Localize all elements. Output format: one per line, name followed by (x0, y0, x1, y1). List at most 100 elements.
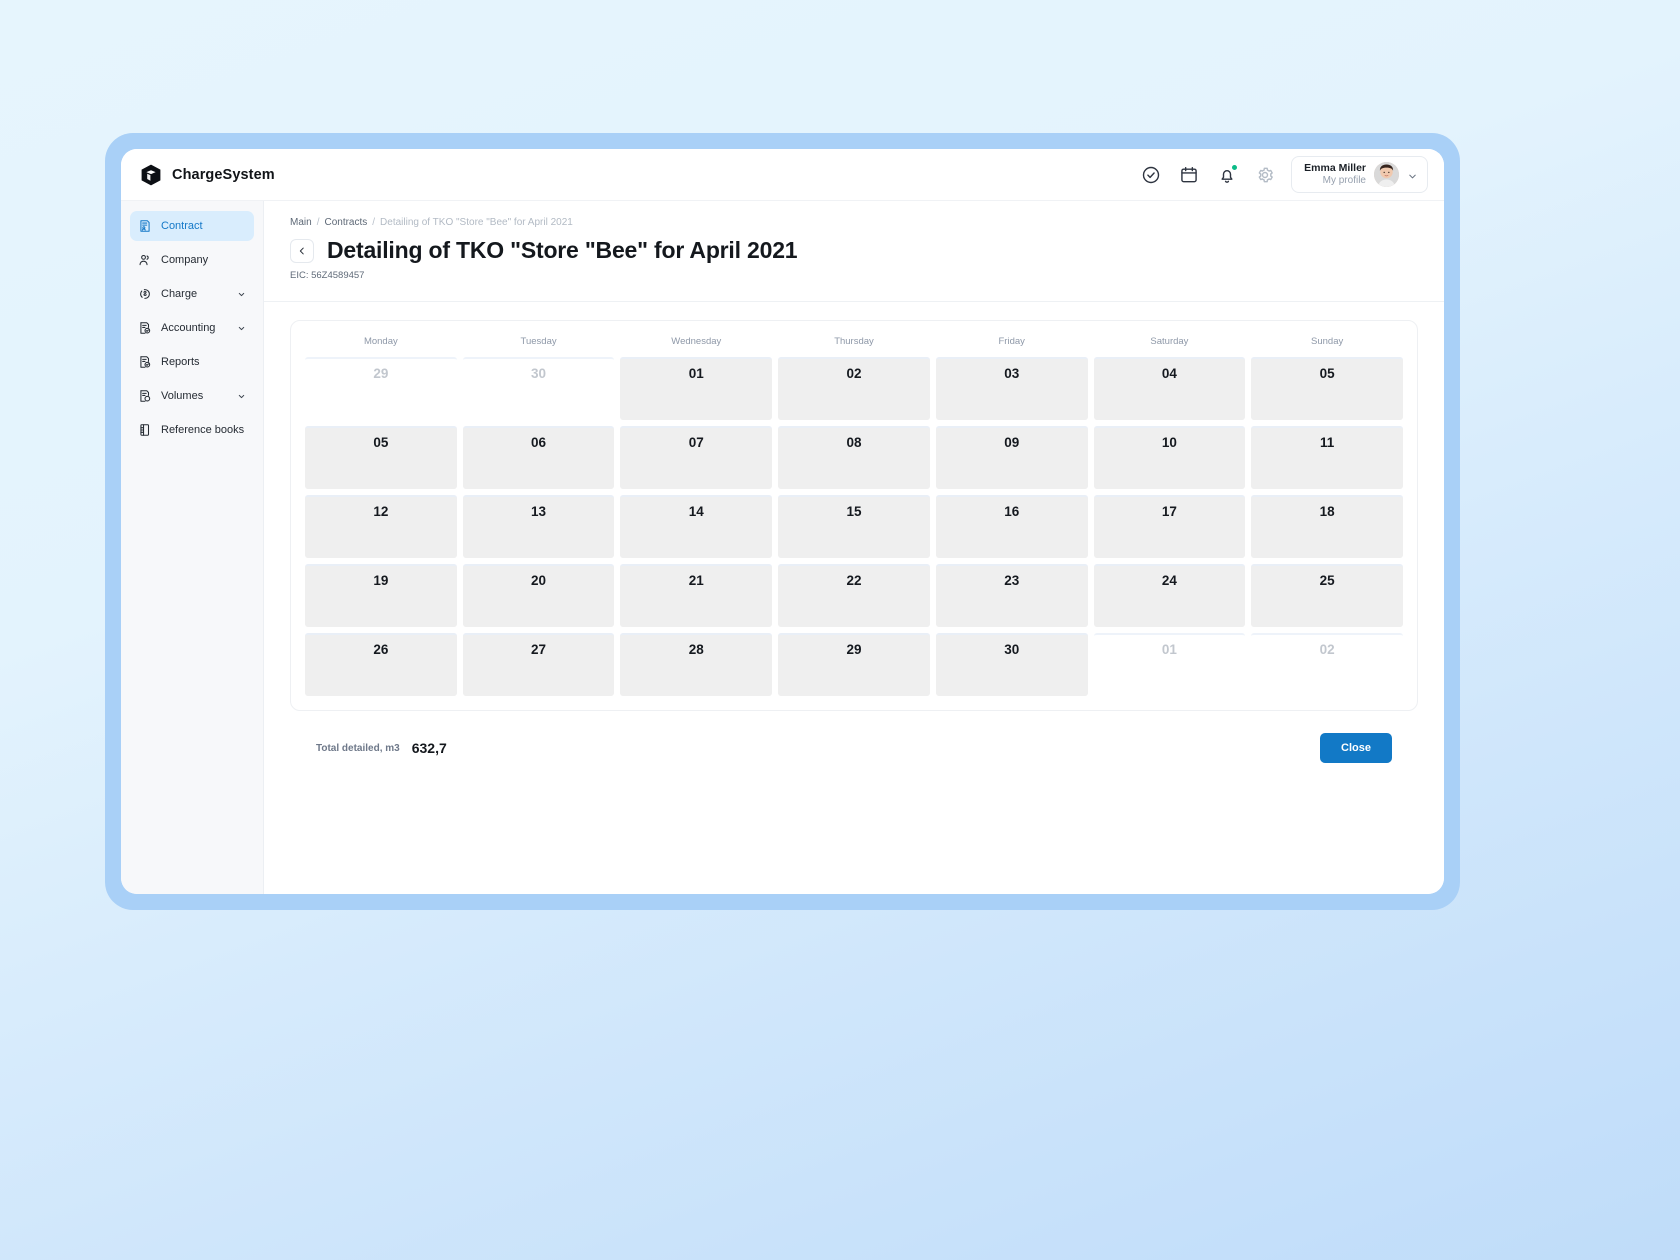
calendar-day-cell[interactable]: 10 (1093, 426, 1246, 489)
calendar-day-cell[interactable]: 14 (620, 495, 773, 558)
eic-code: EIC: 56Z4589457 (290, 270, 365, 281)
avatar (1374, 162, 1399, 187)
calendar-day-cell[interactable]: 08 (778, 426, 930, 489)
sidebar-item-accounting[interactable]: Accounting (130, 313, 254, 343)
calendar-day-cell[interactable]: 05 (305, 426, 457, 489)
calendar-day-cell[interactable]: 02 (778, 357, 930, 420)
chevron-left-icon (299, 247, 304, 254)
calendar-weekday: Friday (998, 336, 1025, 347)
calendar-weekday: Sunday (1311, 336, 1344, 347)
calendar-day-cell[interactable]: 12 (305, 495, 457, 558)
calendar-day-cell[interactable]: 03 (935, 357, 1088, 420)
calendar-day-cell[interactable]: 05 (1251, 357, 1403, 420)
sidebar-item-label: Company (161, 254, 209, 266)
device-frame: ChargeSystem Emma Miller My profile Cont… (105, 133, 1460, 910)
calendar-day-cell[interactable]: 11 (1251, 426, 1403, 489)
sidebar-item-contract[interactable]: Contract (130, 211, 254, 241)
content-area: Monday Tuesday Wednesday Thursday Friday Satu… (264, 302, 1444, 894)
sidebar-item-company[interactable]: Company (130, 245, 254, 275)
contract-icon (138, 219, 152, 233)
cube-icon (141, 164, 161, 185)
top-bar: ChargeSystem Emma Miller My profile (121, 149, 1444, 201)
page-header: Main / Contracts / Detailing of TKO "Sto… (264, 201, 1444, 302)
total-label: Total detailed, m3 (316, 742, 400, 754)
chevron-down-icon (237, 290, 246, 299)
calendar-icon[interactable] (1179, 165, 1199, 185)
calendar-day-cell[interactable]: 19 (305, 564, 457, 627)
sidebar-item-charge[interactable]: Charge (130, 279, 254, 309)
footer-bar: Total detailed, m3 632,7 Close (290, 711, 1418, 763)
sidebar-item-volumes[interactable]: Volumes (130, 381, 254, 411)
check-circle-icon[interactable] (1141, 165, 1161, 185)
calendar-day-cell: 02 (1251, 633, 1403, 696)
sidebar: Contract Company Charge Accounting Repor… (121, 201, 273, 894)
calendar-weekday: Saturday (1150, 336, 1189, 347)
calendar-weekday: Monday (363, 336, 398, 347)
sidebar-item-reference-books[interactable]: Reference books (130, 415, 273, 451)
calendar-day-grid: 29 30 01 02 03 04 05 05 06 07 08 09 10 11 12 13 14 15 16 17… (305, 357, 1403, 696)
calendar-day-cell[interactable]: 07 (620, 426, 773, 489)
calendar-day-cell[interactable]: 18 (1251, 495, 1403, 558)
calendar-day-cell[interactable]: 15 (778, 495, 930, 558)
charge-icon (138, 287, 152, 301)
calendar-day-cell[interactable]: 16 (935, 495, 1088, 558)
accounting-icon (138, 321, 152, 335)
calendar-weekday: Thursday (834, 336, 874, 347)
sidebar-item-label: Charge (161, 288, 198, 300)
calendar-day-cell[interactable]: 01 (620, 357, 773, 420)
calendar-card: Monday Tuesday Wednesday Thursday Friday Satu… (290, 320, 1418, 711)
breadcrumb-main[interactable]: Main (290, 217, 312, 228)
calendar-day-cell[interactable]: 23 (935, 564, 1088, 627)
chevron-down-icon (1407, 169, 1418, 180)
calendar-weekday: Wednesday (671, 336, 722, 347)
calendar-day-cell[interactable]: 26 (305, 633, 457, 696)
calendar-day-cell[interactable]: 13 (462, 495, 615, 558)
notification-dot (1231, 163, 1239, 171)
calendar-day-cell[interactable]: 20 (462, 564, 615, 627)
breadcrumb-separator: / (372, 217, 376, 228)
app-body: Contract Company Charge Accounting Repor… (121, 201, 1444, 894)
main-content: Main / Contracts / Detailing of TKO "Sto… (264, 201, 1444, 894)
sidebar-item-label: Contract (161, 220, 203, 232)
calendar-day-cell[interactable]: 04 (1093, 357, 1246, 420)
calendar-day-cell: 30 (462, 357, 615, 420)
volumes-icon (138, 389, 152, 403)
profile-menu[interactable]: Emma Miller My profile (1291, 155, 1428, 194)
company-icon (138, 253, 152, 267)
calendar-day-cell[interactable]: 28 (620, 633, 773, 696)
page-title: Detailing of TKO "Store "Bee" for April … (327, 237, 798, 263)
calendar-day-cell[interactable]: 30 (935, 633, 1088, 696)
calendar-weekday-header: Monday Tuesday Wednesday Thursday Friday Satu… (305, 333, 1403, 357)
chevron-down-icon (237, 392, 246, 401)
sidebar-item-label: Accounting (161, 322, 216, 334)
gear-icon[interactable] (1255, 165, 1275, 185)
back-button[interactable] (290, 238, 314, 263)
bell-icon[interactable] (1217, 163, 1239, 185)
calendar-day-cell: 01 (1093, 633, 1246, 696)
sidebar-item-label: Reports (161, 356, 200, 368)
breadcrumb-separator: / (316, 217, 320, 228)
app-window: ChargeSystem Emma Miller My profile Cont… (121, 149, 1444, 894)
calendar-day-cell[interactable]: 27 (462, 633, 615, 696)
topbar-icon-group (1141, 163, 1275, 185)
calendar-day-cell[interactable]: 24 (1093, 564, 1246, 627)
sidebar-item-reports[interactable]: Reports (130, 347, 254, 377)
breadcrumb-current: Detailing of TKO "Store "Bee" for April … (380, 217, 573, 228)
calendar-day-cell[interactable]: 21 (620, 564, 773, 627)
calendar-day-cell[interactable]: 29 (778, 633, 930, 696)
calendar-day-cell: 29 (305, 357, 457, 420)
total-value: 632,7 (411, 740, 447, 756)
sidebar-item-label: Volumes (161, 390, 204, 402)
breadcrumb-contracts[interactable]: Contracts (324, 217, 367, 228)
calendar-day-cell[interactable]: 06 (462, 426, 615, 489)
chevron-down-icon (237, 324, 246, 333)
calendar-day-cell[interactable]: 25 (1251, 564, 1403, 627)
calendar-day-cell[interactable]: 22 (778, 564, 930, 627)
profile-subtitle: My profile (1322, 174, 1366, 186)
brand[interactable]: ChargeSystem (139, 163, 275, 187)
calendar-day-cell[interactable]: 09 (935, 426, 1088, 489)
calendar-day-cell[interactable]: 17 (1093, 495, 1246, 558)
profile-name: Emma Miller (1304, 161, 1366, 174)
close-button[interactable]: Close (1320, 733, 1392, 763)
reference-books-icon (138, 423, 152, 437)
